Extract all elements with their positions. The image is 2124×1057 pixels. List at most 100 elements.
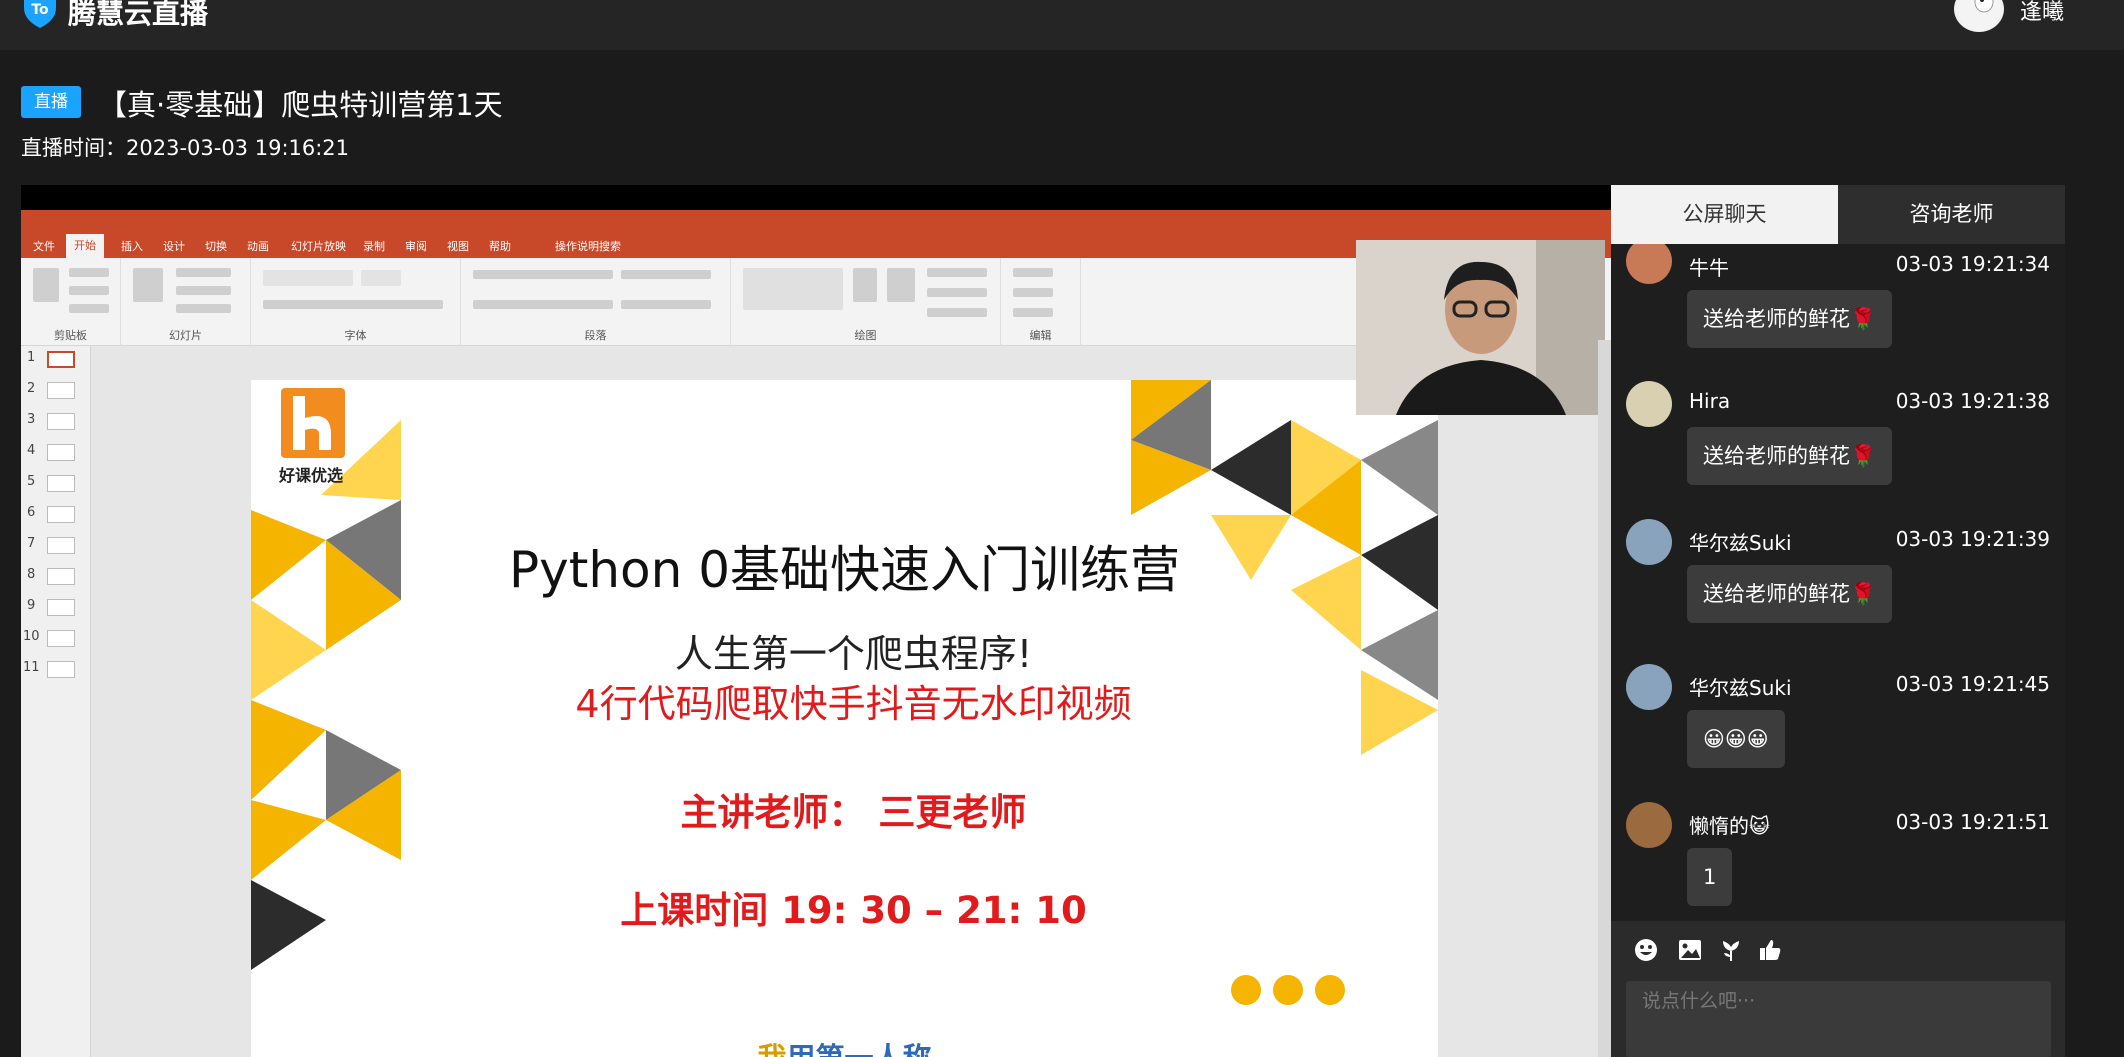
message-sender: 懒惰的😺	[1689, 814, 1770, 838]
message-sender: 华尔兹Suki	[1689, 676, 1792, 700]
message-bubble: 送给老师的鲜花🌹	[1687, 565, 1893, 623]
logo-icon[interactable]: To	[20, 0, 60, 30]
ppt-menu-design: 设计	[163, 240, 185, 253]
slide-link-icon	[1231, 975, 1261, 1005]
ribbon-group-slides: 幻灯片	[121, 258, 251, 346]
avatar-image-icon	[1957, 0, 2001, 31]
ribbon-label-paragraph: 段落	[584, 329, 607, 342]
message-bubble: 送给老师的鲜花🌹	[1687, 290, 1893, 348]
thumb-number: 2	[27, 381, 36, 396]
thumb-number: 1	[27, 350, 36, 365]
thumb-number: 8	[27, 567, 36, 582]
message-sender: 华尔兹Suki	[1689, 531, 1792, 555]
ppt-menu-file: 文件	[33, 240, 55, 253]
thumbs-up-icon[interactable]	[1757, 937, 1783, 963]
slide-logo-text: 好课优选	[279, 466, 344, 485]
slide-canvas: 好课优选 Python 0基础快速入门训练营 人生第一个爬虫程序! 4行代码爬取…	[251, 380, 1438, 1057]
slide-class-time: 上课时间 19: 30 – 21: 10	[620, 889, 1087, 932]
ribbon-label-drawing: 绘图	[854, 329, 877, 342]
slide-teacher: 主讲老师： 三更老师	[680, 791, 1027, 834]
thumb-number: 4	[27, 443, 36, 458]
avatar	[1626, 519, 1672, 565]
thumb-number: 9	[27, 598, 36, 613]
slide-thumbnail	[47, 351, 75, 368]
ribbon-label-font: 字体	[344, 329, 367, 342]
video-stage[interactable]: 文件 开始 插入 设计 切换 动画 幻灯片放映 录制 审阅 视图 帮助 操作说明…	[21, 185, 1611, 1057]
message-time: 03-03 19:21:51	[1895, 810, 2050, 834]
thumb-number: 10	[23, 629, 40, 644]
slide-thumbnail	[47, 568, 75, 585]
flower-icon[interactable]	[1718, 937, 1744, 963]
tab-public-chat[interactable]: 公屏聊天	[1611, 185, 1838, 244]
message-sender: 牛牛	[1689, 256, 1729, 280]
ppt-menu-review: 审阅	[405, 240, 427, 253]
ribbon-group-clipboard: 剪贴板	[21, 258, 121, 346]
avatar	[1626, 244, 1672, 284]
ppt-menu-transitions: 切换	[205, 240, 227, 253]
ppt-menu-home: 开始	[66, 234, 104, 258]
thumb-number: 3	[27, 412, 36, 427]
chat-input-box[interactable]	[1626, 981, 2051, 1057]
caption-highlight: 我	[757, 1041, 786, 1057]
slide-subtitle-2: 4行代码爬取快手抖音无水印视频	[575, 682, 1132, 726]
brand-name: 腾慧云直播	[68, 0, 209, 30]
subtitle-caption: 我用第一人称	[251, 1035, 1438, 1057]
live-time-value: 2023-03-03 19:16:21	[126, 136, 350, 160]
chat-tabs: 公屏聊天 咨询老师	[1611, 185, 2065, 244]
ribbon-group-drawing: 绘图	[731, 258, 1001, 346]
ribbon-group-paragraph: 段落	[461, 258, 731, 346]
slide-thumbnail	[47, 382, 75, 399]
ribbon-group-font: 字体	[251, 258, 461, 346]
slide-thumbnail	[47, 475, 75, 492]
message-bubble: 😀😀😀	[1687, 710, 1785, 768]
slide-thumbnail	[47, 413, 75, 430]
message-sender: Hira	[1689, 389, 1731, 413]
ppt-menu-slideshow: 幻灯片放映	[291, 240, 346, 253]
live-time: 直播时间：2023-03-03 19:16:21	[21, 132, 349, 162]
username[interactable]: 逢曦	[2020, 0, 2064, 26]
chat-message-list[interactable]: 牛牛 03-03 19:21:34 送给老师的鲜花🌹 Hira 03-03 19…	[1611, 244, 2065, 921]
ribbon-label-slides: 幻灯片	[169, 329, 202, 342]
live-time-label: 直播时间：	[21, 136, 126, 160]
ribbon-label-editing: 编辑	[1029, 329, 1052, 342]
avatar	[1626, 664, 1672, 710]
thumb-number: 5	[27, 474, 36, 489]
thumb-number: 7	[27, 536, 36, 551]
avatar	[1626, 381, 1672, 427]
ppt-menu-search: 操作说明搜索	[555, 240, 621, 253]
caption-rest: 用第一人称	[787, 1041, 932, 1057]
slide-thumbnail	[47, 630, 75, 647]
app-root: To 腾慧云直播 逢曦 直播 【真·零基础】爬虫特训营第1天 直播时间：2023…	[0, 0, 2124, 1057]
svg-text:To: To	[31, 2, 49, 18]
slide-thumbnail	[47, 599, 75, 616]
chat-toolbar	[1611, 921, 2065, 977]
user-avatar[interactable]	[1954, 0, 2004, 32]
live-title: 【真·零基础】爬虫特训营第1天	[98, 88, 503, 122]
ppt-titlebar	[21, 210, 1611, 234]
message-bubble: 1	[1687, 848, 1733, 906]
video-scrollbar[interactable]	[1598, 340, 1611, 1057]
live-badge: 直播	[21, 86, 81, 118]
chat-panel: 公屏聊天 咨询老师 牛牛 03-03 19:21:34 送给老师的鲜花🌹 Hir…	[1611, 185, 2065, 1057]
logo-h-icon	[293, 396, 331, 450]
chat-input[interactable]	[1626, 981, 2051, 1021]
thumb-number: 11	[23, 660, 40, 675]
image-icon[interactable]	[1677, 937, 1703, 963]
ppt-menu-animations: 动画	[247, 240, 269, 253]
slide-thumbnail	[47, 506, 75, 523]
slide-thumbnail	[47, 537, 75, 554]
slide-thumbnail	[47, 661, 75, 678]
slide-comment-icon	[1315, 975, 1345, 1005]
emoji-icon[interactable]	[1633, 937, 1659, 963]
ppt-menu-help: 帮助	[489, 240, 511, 253]
teacher-video-icon	[1356, 240, 1605, 415]
slide-thumbnails: 1 2 3 4 5 6 7 8 9 10 11	[21, 346, 91, 1057]
slide-subtitle-1: 人生第一个爬虫程序!	[674, 632, 1033, 676]
ribbon-group-editing: 编辑	[1001, 258, 1081, 346]
teacher-webcam	[1356, 240, 1605, 415]
ribbon-label-clipboard: 剪贴板	[54, 329, 87, 342]
tab-ask-teacher[interactable]: 咨询老师	[1838, 185, 2065, 244]
avatar	[1626, 802, 1672, 848]
ppt-menu-view: 视图	[447, 240, 469, 253]
ppt-menu-insert: 插入	[121, 240, 143, 253]
